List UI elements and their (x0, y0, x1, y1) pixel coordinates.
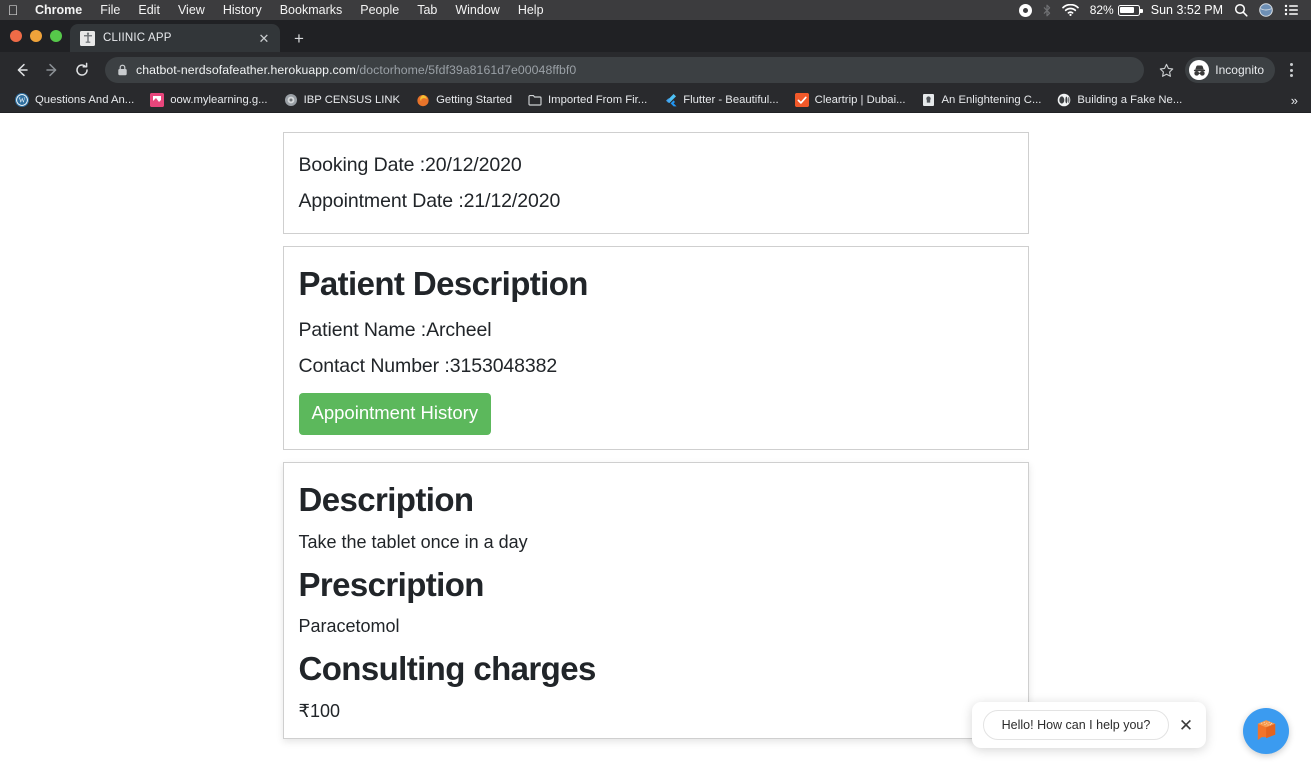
consultation-details-card: Description Take the tablet once in a da… (282, 461, 1029, 739)
bookmarks-bar: W Questions And An... oow.mylearning.g..… (0, 88, 1311, 113)
menu-item-history[interactable]: History (214, 3, 271, 17)
bookmark-label: Imported From Fir... (548, 94, 648, 106)
apple-logo-icon[interactable]:  (0, 3, 26, 17)
bookmark-item[interactable]: oow.mylearning.g... (142, 89, 275, 111)
bookmark-label: oow.mylearning.g... (170, 94, 268, 106)
battery-indicator[interactable]: 82% (1089, 3, 1143, 17)
browser-toolbar: chatbot-nerdsofafeather.herokuapp.com/do… (0, 52, 1311, 88)
menu-item-help[interactable]: Help (509, 3, 553, 17)
address-bar-path: /doctorhome/5fdf39a8161d7e00048ffbf0 (355, 63, 577, 77)
battery-icon (1117, 4, 1143, 16)
patient-name-text: Patient Name :Archeel (298, 319, 492, 342)
article-icon (922, 93, 936, 107)
battery-percent-label: 82% (1089, 3, 1114, 17)
menu-item-tab[interactable]: Tab (408, 3, 446, 17)
appointment-date-text: Appointment Date :21/12/2020 (298, 190, 561, 213)
bluetooth-icon[interactable] (1043, 4, 1051, 17)
lock-icon (117, 64, 128, 76)
macos-menu-bar:  Chrome File Edit View History Bookmark… (0, 0, 1311, 20)
bookmark-item[interactable]: Getting Started (408, 89, 520, 111)
bookmark-label: IBP CENSUS LINK (303, 94, 401, 106)
record-dot-icon[interactable] (1018, 3, 1032, 17)
bookmark-label: Cleartrip | Dubai... (814, 94, 906, 106)
bookmark-label: Building a Fake Ne... (1077, 94, 1183, 106)
forward-arrow-icon[interactable] (38, 56, 66, 84)
control-center-icon[interactable] (1284, 4, 1299, 16)
chat-launcher-button[interactable] (1243, 708, 1289, 754)
globe-gray-icon (284, 93, 298, 107)
siri-icon[interactable] (1259, 3, 1273, 17)
bookmark-item[interactable]: Cleartrip | Dubai... (787, 89, 914, 111)
contact-number-text: Contact Number :3153048382 (298, 355, 558, 378)
bookmark-item[interactable]: An Enlightening C... (914, 89, 1050, 111)
wifi-icon[interactable] (1061, 4, 1079, 16)
incognito-hat-icon (1189, 60, 1210, 80)
clinic-caduceus-favicon (80, 30, 95, 46)
new-tab-button[interactable]: + (286, 25, 312, 51)
menu-item-edit[interactable]: Edit (129, 3, 169, 17)
appointment-history-button[interactable]: Appointment History (298, 393, 492, 435)
menu-item-people[interactable]: People (351, 3, 408, 17)
spotlight-search-icon[interactable] (1234, 3, 1248, 17)
browser-tab-title: CLIINIC APP (103, 32, 172, 44)
bookmark-label: An Enlightening C... (941, 94, 1042, 106)
description-text: Take the tablet once in a day (298, 531, 528, 552)
menu-bar-clock[interactable]: Sun 3:52 PM (1151, 3, 1223, 17)
page-content: Booking Date :20/12/2020 Appointment Dat… (0, 113, 1311, 739)
firefox-icon (416, 93, 430, 107)
chat-cube-icon (1253, 715, 1280, 747)
star-bookmark-icon[interactable] (1153, 57, 1179, 83)
back-arrow-icon[interactable] (8, 56, 36, 84)
prescription-text: Paracetomol (298, 616, 400, 637)
kebab-menu-icon[interactable] (1279, 57, 1303, 83)
bookmark-label: Questions And An... (35, 94, 135, 106)
menu-item-bookmarks[interactable]: Bookmarks (271, 3, 352, 17)
incognito-indicator[interactable]: Incognito (1185, 57, 1275, 83)
browser-tab-strip: CLIINIC APP ✕ + (0, 20, 1311, 52)
window-traffic-lights (8, 20, 70, 52)
bookmark-label: Getting Started (436, 94, 513, 106)
bookmark-item[interactable]: Flutter - Beautiful... (655, 89, 786, 111)
menu-item-chrome[interactable]: Chrome (26, 3, 91, 17)
flutter-icon (663, 93, 677, 107)
reload-icon[interactable] (68, 56, 96, 84)
chat-greeting-message[interactable]: Hello! How can I help you? (983, 710, 1169, 740)
address-bar-url: chatbot-nerdsofafeather.herokuapp.com/do… (136, 63, 576, 77)
window-close-button[interactable] (10, 30, 22, 42)
chat-greeting-panel: Hello! How can I help you? ✕ (972, 702, 1206, 748)
folder-icon (528, 93, 542, 107)
patient-description-heading: Patient Description (298, 265, 589, 303)
page-viewport: Booking Date :20/12/2020 Appointment Dat… (0, 113, 1311, 762)
chat-close-icon[interactable]: ✕ (1175, 714, 1197, 736)
window-minimize-button[interactable] (30, 30, 42, 42)
bookmark-label: Flutter - Beautiful... (683, 94, 779, 106)
menu-bar-status-area: 82% Sun 3:52 PM (1018, 3, 1303, 17)
menu-item-window[interactable]: Window (446, 3, 508, 17)
booking-dates-card: Booking Date :20/12/2020 Appointment Dat… (282, 132, 1029, 235)
wordpress-icon: W (15, 93, 29, 107)
consulting-charges-heading: Consulting charges (298, 650, 597, 688)
mylearning-icon (150, 93, 165, 107)
patient-description-card: Patient Description Patient Name :Archee… (282, 246, 1029, 450)
description-heading: Description (298, 480, 475, 518)
address-bar[interactable]: chatbot-nerdsofafeather.herokuapp.com/do… (105, 57, 1145, 83)
bookmarks-overflow-button[interactable]: » (1291, 93, 1304, 108)
prescription-heading: Prescription (298, 565, 485, 603)
cleartrip-check-icon (794, 93, 809, 107)
svg-text:W: W (19, 97, 26, 105)
address-bar-host: chatbot-nerdsofafeather.herokuapp.com (136, 63, 356, 77)
menu-item-view[interactable]: View (169, 3, 214, 17)
booking-date-text: Booking Date :20/12/2020 (298, 154, 522, 176)
bookmark-item[interactable]: Building a Fake Ne... (1049, 89, 1190, 111)
bookmark-item[interactable]: Imported From Fir... (520, 89, 655, 111)
browser-tab-clinic-app[interactable]: CLIINIC APP ✕ (70, 24, 280, 52)
bookmark-item[interactable]: W Questions And An... (7, 89, 142, 111)
incognito-label: Incognito (1215, 63, 1264, 77)
tab-close-icon[interactable]: ✕ (256, 30, 272, 46)
window-maximize-button[interactable] (50, 30, 62, 42)
consulting-charges-value: ₹100 (298, 700, 340, 721)
medium-icon (1057, 93, 1071, 107)
menu-item-file[interactable]: File (91, 3, 129, 17)
bookmark-item[interactable]: IBP CENSUS LINK (276, 89, 408, 111)
